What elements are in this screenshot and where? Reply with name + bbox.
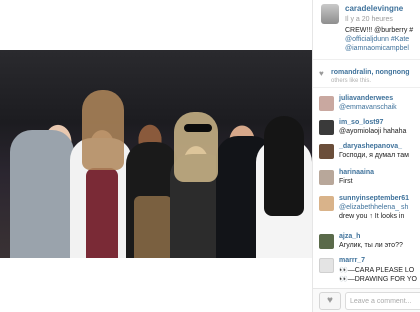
owner-username[interactable]: caradelevingne [345, 4, 403, 13]
comment-text: Господи, я думал там [339, 152, 409, 159]
owner-avatar[interactable] [321, 4, 339, 24]
comment-text: First [339, 178, 353, 185]
comment-avatar[interactable] [319, 234, 334, 249]
comment-avatar[interactable] [319, 170, 334, 185]
photo-sunglasses [184, 124, 212, 132]
heart-icon: ♥ [327, 295, 333, 306]
likes-others[interactable]: others like this. [331, 78, 371, 84]
caption-line[interactable]: @officialjdunn #Kate [345, 35, 413, 44]
comment-username[interactable]: _daryashepanova_ [339, 143, 402, 150]
comment-item: marrr_7 👀—CARA PLEASE LO 👀—DRAWING FOR Y… [313, 254, 420, 288]
comment-avatar[interactable] [319, 144, 334, 159]
comment-avatar[interactable] [319, 196, 334, 211]
comment-username[interactable]: im_so_lost97 [339, 119, 383, 126]
comment-text[interactable]: @elizabethhelena_ sh [339, 204, 408, 211]
comment-text: Агулик, ты ли это?? [339, 242, 403, 249]
comment-item: ajza_h Агулик, ты ли это?? [313, 230, 420, 254]
comment-username[interactable]: ajza_h [339, 233, 360, 240]
comment-username[interactable]: sunnyinseptember61 [339, 195, 409, 202]
comment-input[interactable] [345, 292, 420, 310]
post-header: caradelevingne Il y a 20 heures CREW!!! … [313, 0, 420, 60]
photo-figure [10, 130, 74, 258]
post-photo-area [0, 0, 312, 312]
comment-item: harinaaina First [313, 166, 420, 190]
comment-text[interactable]: @emmavanschaik [339, 104, 397, 111]
photo-figure-detail [134, 196, 172, 258]
post-photo[interactable] [0, 50, 312, 258]
comment-item: _daryashepanova_ Господи, я думал там [313, 140, 420, 164]
comment-item: sunnyinseptember61 @elizabethhelena_ sh … [313, 192, 420, 228]
likes-users[interactable]: romandralin, nongnong [331, 69, 410, 76]
comment-item: im_so_lost97 @ayomiolaoji hahaha [313, 116, 420, 140]
comment-avatar[interactable] [319, 96, 334, 111]
comment-username[interactable]: marrr_7 [339, 257, 365, 264]
comment-text: @ayomiolaoji hahaha [339, 128, 407, 135]
comment-text: 👀—CARA PLEASE LO [339, 267, 415, 274]
comment-item: juliavanderwees @emmavanschaik [313, 92, 420, 116]
post-side-panel: caradelevingne Il y a 20 heures CREW!!! … [312, 0, 420, 312]
photo-hair [174, 112, 218, 182]
post-timestamp: Il y a 20 heures [345, 16, 393, 23]
post-caption: CREW!!! @burberry # @officialjdunn #Kate… [345, 26, 413, 53]
comment-text: 👀—DRAWING FOR YO [339, 276, 417, 283]
comment-footer: ♥ [313, 288, 420, 312]
like-button[interactable]: ♥ [319, 292, 341, 310]
comment-text: drew you ↑ It looks in [339, 213, 405, 220]
photo-hair [82, 90, 124, 170]
heart-icon: ♥ [319, 69, 324, 78]
comment-username[interactable]: juliavanderwees [339, 95, 393, 102]
comment-username[interactable]: harinaaina [339, 169, 374, 176]
photo-figure-detail [86, 168, 118, 258]
caption-line: CREW!!! @burberry # [345, 27, 414, 34]
caption-line[interactable]: @iamnaomicampbel [345, 44, 413, 53]
comment-avatar[interactable] [319, 120, 334, 135]
comment-avatar[interactable] [319, 258, 334, 273]
likes-summary: ♥ romandralin, nongnong others like this… [313, 66, 420, 88]
photo-hair [264, 116, 304, 216]
